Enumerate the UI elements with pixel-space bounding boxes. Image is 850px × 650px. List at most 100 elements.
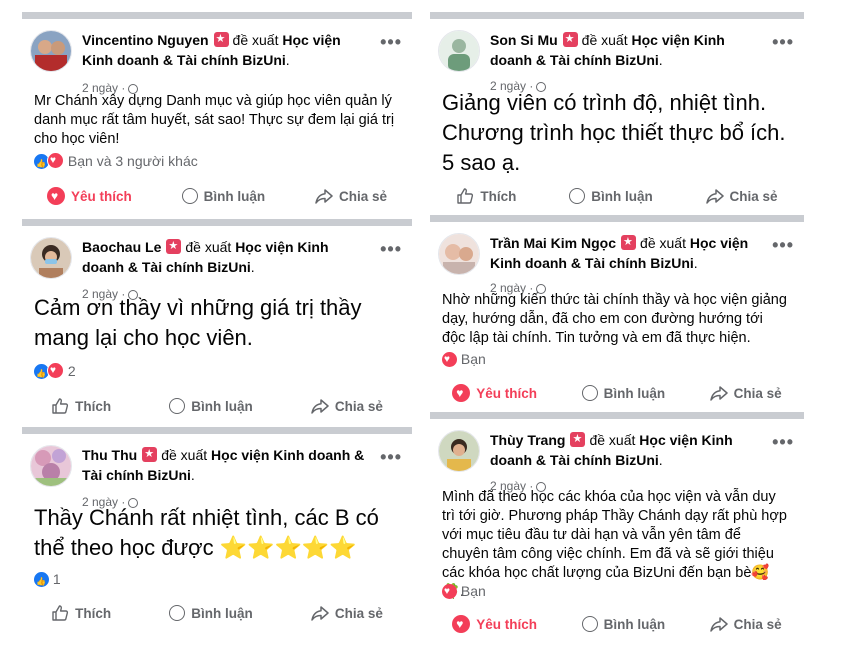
- recommend-icon: [142, 447, 158, 462]
- share-icon: [709, 617, 728, 632]
- post-header: Baochau Leđề xuất Học viện Kinh doanh & …: [30, 229, 412, 301]
- post-header: Thu Thuđề xuất Học viện Kinh doanh & Tài…: [30, 437, 412, 509]
- post-actions: Yêu thích Bình luận Chia sẻ: [430, 610, 804, 638]
- share-label: Chia sẻ: [733, 385, 782, 401]
- love-button[interactable]: Yêu thích: [46, 187, 132, 205]
- like-label: Thích: [480, 188, 517, 204]
- more-options-icon[interactable]: •••: [380, 447, 402, 468]
- share-button[interactable]: Chia sẻ: [315, 188, 387, 204]
- post-header: Vincentino Nguyenđề xuất Học viện Kinh d…: [30, 22, 412, 95]
- more-options-icon[interactable]: •••: [772, 32, 794, 53]
- thumbs-up-icon: [52, 605, 69, 621]
- post-actions: Thích Bình luận Chia sẻ: [22, 599, 412, 627]
- author-name[interactable]: Vincentino Nguyen: [82, 32, 209, 48]
- post-text: Mình đã theo học các khóa của học viện v…: [442, 489, 787, 600]
- comment-button[interactable]: Bình luận: [181, 188, 265, 204]
- comment-button[interactable]: Bình luận: [569, 188, 653, 204]
- recommend-text: đề xuất: [232, 32, 279, 48]
- post-text: Thầy Chánh rất nhiệt tình, các B có thể …: [34, 505, 379, 560]
- comment-icon: [581, 616, 598, 632]
- comment-label: Bình luận: [191, 605, 253, 621]
- post-actions: Thích Bình luận Chia sẻ: [22, 392, 412, 420]
- love-label: Yêu thích: [476, 385, 538, 401]
- comment-icon: [581, 385, 598, 401]
- comment-button[interactable]: Bình luận: [581, 385, 665, 401]
- avatar[interactable]: [438, 430, 480, 472]
- heart-icon: [452, 384, 471, 402]
- thumbs-up-icon: [52, 398, 69, 414]
- author-name[interactable]: Trần Mai Kim Ngọc: [490, 235, 616, 251]
- recommend-text: đề xuất: [185, 239, 232, 255]
- recommend-text: đề xuất: [161, 447, 208, 463]
- comment-icon: [181, 188, 198, 204]
- share-icon: [315, 189, 333, 204]
- reaction-summary[interactable]: Bạn và 3 người khác: [34, 152, 198, 173]
- avatar[interactable]: [30, 237, 72, 279]
- share-button[interactable]: Chia sẻ: [311, 398, 383, 414]
- recommend-text: đề xuất: [581, 32, 628, 48]
- comment-button[interactable]: Bình luận: [581, 616, 665, 632]
- avatar[interactable]: [438, 233, 480, 275]
- reaction-text: Bạn: [460, 583, 486, 599]
- share-label: Chia sẻ: [334, 398, 383, 414]
- avatar[interactable]: [438, 30, 480, 72]
- comment-icon: [169, 398, 186, 414]
- post-divider: [22, 12, 412, 19]
- post-divider: [430, 412, 804, 419]
- period: .: [658, 452, 663, 468]
- period: .: [658, 52, 663, 68]
- love-reaction-icon: [442, 352, 457, 367]
- post-header-line: Trần Mai Kim Ngọcđề xuất Học viện Kinh d…: [490, 233, 764, 273]
- post-header-line: Thu Thuđề xuất Học viện Kinh doanh & Tài…: [82, 445, 372, 485]
- like-button[interactable]: Thích: [51, 397, 111, 415]
- share-icon: [311, 606, 329, 621]
- more-options-icon[interactable]: •••: [772, 432, 794, 453]
- post-text: Cảm ơn thầy vì những giá trị thầy mang l…: [34, 295, 362, 350]
- review-post: Baochau Leđề xuất Học viện Kinh doanh & …: [22, 219, 412, 425]
- share-button[interactable]: Chia sẻ: [311, 605, 383, 621]
- author-name[interactable]: Thùy Trang: [490, 432, 565, 448]
- author-name[interactable]: Baochau Le: [82, 239, 161, 255]
- recommend-text: đề xuất: [589, 432, 636, 448]
- like-button[interactable]: Thích: [51, 604, 111, 622]
- share-label: Chia sẻ: [334, 605, 383, 621]
- reaction-summary[interactable]: 1: [34, 570, 61, 591]
- more-options-icon[interactable]: •••: [380, 239, 402, 260]
- share-button[interactable]: Chia sẻ: [705, 188, 778, 204]
- comment-button[interactable]: Bình luận: [169, 398, 253, 414]
- comment-icon: [569, 188, 586, 204]
- avatar[interactable]: [30, 445, 72, 487]
- like-label: Thích: [75, 605, 112, 621]
- share-button[interactable]: Chia sẻ: [709, 385, 782, 401]
- recommend-icon: [166, 239, 182, 254]
- post-header-line: Thùy Trangđề xuất Học viện Kinh doanh & …: [490, 430, 764, 470]
- share-button[interactable]: Chia sẻ: [709, 616, 782, 632]
- share-label: Chia sẻ: [729, 188, 778, 204]
- like-button[interactable]: Thích: [456, 187, 516, 205]
- author-name[interactable]: Son Si Mu: [490, 32, 558, 48]
- avatar[interactable]: [30, 30, 72, 72]
- love-button[interactable]: Yêu thích: [452, 615, 537, 633]
- comment-button[interactable]: Bình luận: [169, 605, 253, 621]
- post-divider: [22, 219, 412, 226]
- post-header: Trần Mai Kim Ngọcđề xuất Học viện Kinh d…: [438, 225, 804, 295]
- author-name[interactable]: Thu Thu: [82, 447, 137, 463]
- review-post: Trần Mai Kim Ngọcđề xuất Học viện Kinh d…: [430, 215, 804, 413]
- recommend-icon: [213, 32, 229, 47]
- post-actions: Yêu thích Bình luận Chia sẻ: [22, 182, 412, 210]
- reaction-text: 1: [52, 571, 61, 587]
- reaction-summary[interactable]: 2: [34, 362, 76, 383]
- share-label: Chia sẻ: [733, 616, 782, 632]
- more-options-icon[interactable]: •••: [772, 235, 794, 256]
- love-button[interactable]: Yêu thích: [452, 384, 537, 402]
- more-options-icon[interactable]: •••: [380, 32, 402, 53]
- recommend-icon: [562, 32, 578, 47]
- post-text: Mr Chánh xây dựng Danh mục và giúp học v…: [34, 93, 395, 147]
- reaction-summary[interactable]: Bạn: [442, 350, 486, 368]
- post-actions: Thích Bình luận Chia sẻ: [430, 182, 804, 210]
- period: .: [190, 467, 195, 483]
- period: .: [285, 52, 290, 68]
- post-divider: [430, 12, 804, 19]
- love-reaction-icon: [47, 152, 64, 169]
- reaction-summary[interactable]: Bạn: [442, 582, 486, 600]
